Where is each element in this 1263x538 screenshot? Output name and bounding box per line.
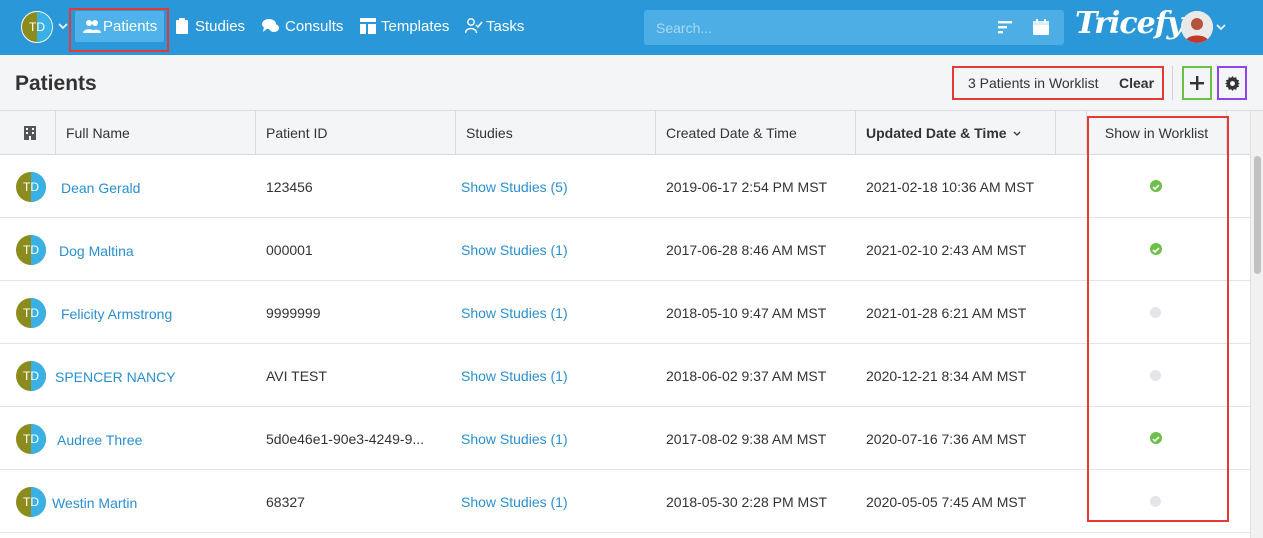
created-datetime: 2018-06-02 9:37 AM MST <box>666 368 827 384</box>
table-row[interactable]: TD Audree Three 5d0e46e1-90e3-4249-9... Sho… <box>0 407 1250 470</box>
profile-avatar[interactable] <box>1181 11 1213 43</box>
updated-datetime: 2020-07-16 7:36 AM MST <box>866 431 1027 447</box>
patient-initials: TD <box>23 180 39 194</box>
nav-tasks-label: Tasks <box>486 18 525 35</box>
table-row[interactable]: TD Dog Maltina 000001 Show Studies (1) 2017-… <box>0 218 1250 281</box>
brand-logo: Tricefy <box>1075 6 1184 41</box>
patient-initials: TD <box>23 243 39 257</box>
updated-datetime: 2020-05-05 7:45 AM MST <box>866 494 1027 510</box>
table-header: Full Name Patient ID Studies Created Dat… <box>0 111 1250 155</box>
table-row[interactable]: TD SPENCER NANCY AVI TEST Show Studies (1) 2… <box>0 344 1250 407</box>
patient-avatar[interactable]: TD <box>16 235 46 265</box>
patient-id: 9999999 <box>266 305 321 321</box>
table-row[interactable]: TD Felicity Armstrong 9999999 Show Studies … <box>0 281 1250 344</box>
patient-name-link[interactable]: Felicity Armstrong <box>61 306 172 322</box>
nav-studies-label: Studies <box>195 18 246 35</box>
settings-button[interactable] <box>1217 66 1247 100</box>
updated-datetime: 2021-01-28 6:21 AM MST <box>866 305 1027 321</box>
user-check-icon <box>465 18 483 34</box>
column-updated[interactable]: Updated Date & Time <box>855 111 1055 155</box>
show-studies-link[interactable]: Show Studies (1) <box>461 494 568 510</box>
filter-icon[interactable] <box>998 21 1012 34</box>
chevron-down-icon[interactable] <box>57 20 69 32</box>
created-datetime: 2018-05-10 9:47 AM MST <box>666 305 827 321</box>
show-studies-link[interactable]: Show Studies (5) <box>461 179 568 195</box>
column-spacer <box>1055 111 1086 155</box>
divider <box>1172 66 1173 100</box>
patient-initials: TD <box>23 495 39 509</box>
table-row[interactable]: TD Westin Martin 68327 Show Studies (1) 2018… <box>0 470 1250 533</box>
patient-initials: TD <box>23 306 39 320</box>
page-title: Patients <box>15 72 97 95</box>
patient-name-link[interactable]: Audree Three <box>57 432 142 448</box>
nav-tasks[interactable]: Tasks <box>465 11 527 42</box>
patient-name-link[interactable]: Westin Martin <box>52 495 137 511</box>
created-datetime: 2018-05-30 2:28 PM MST <box>666 494 828 510</box>
chevron-down-icon[interactable] <box>1215 21 1227 33</box>
patient-avatar[interactable]: TD <box>16 361 46 391</box>
worklist-highlight-box <box>952 66 1164 100</box>
patient-avatar[interactable]: TD <box>16 424 46 454</box>
patient-id: 5d0e46e1-90e3-4249-9... <box>266 431 425 447</box>
user-initials: TD <box>29 20 45 34</box>
nav-studies[interactable]: Studies <box>175 11 245 42</box>
templates-icon <box>360 18 376 34</box>
created-datetime: 2017-08-02 9:38 AM MST <box>666 431 827 447</box>
column-studies[interactable]: Studies <box>455 111 655 155</box>
column-spacer <box>1226 111 1250 155</box>
page-header: Patients 3 Patients in Worklist Clear <box>0 55 1263 111</box>
column-full-name[interactable]: Full Name <box>55 111 255 155</box>
sort-desc-icon <box>1013 131 1021 137</box>
column-patient-id[interactable]: Patient ID <box>255 111 455 155</box>
chat-icon <box>262 19 279 32</box>
patient-id: 68327 <box>266 494 305 510</box>
search-box <box>644 10 1064 45</box>
nav-consults-label: Consults <box>285 18 344 35</box>
column-select[interactable] <box>0 111 55 155</box>
building-icon <box>24 126 36 140</box>
patient-initials: TD <box>23 432 39 446</box>
patient-name-link[interactable]: SPENCER NANCY <box>55 369 176 385</box>
clipboard-icon <box>176 18 188 34</box>
search-input[interactable] <box>656 10 986 45</box>
patient-name-link[interactable]: Dean Gerald <box>61 180 140 196</box>
top-nav-bar: TD Patients Studies Consults Templates T… <box>0 0 1263 55</box>
add-patient-button[interactable] <box>1182 66 1212 100</box>
patient-avatar[interactable]: TD <box>16 172 46 202</box>
show-studies-link[interactable]: Show Studies (1) <box>461 242 568 258</box>
patient-id: 000001 <box>266 242 313 258</box>
gear-icon <box>1225 76 1240 91</box>
created-datetime: 2019-06-17 2:54 PM MST <box>666 179 828 195</box>
patients-highlight-box <box>69 8 169 52</box>
nav-templates[interactable]: Templates <box>360 11 450 42</box>
column-updated-label: Updated Date & Time <box>866 125 1007 141</box>
vertical-scrollbar[interactable] <box>1250 111 1263 538</box>
updated-datetime: 2021-02-10 2:43 AM MST <box>866 242 1027 258</box>
worklist-column-highlight-box <box>1087 116 1229 522</box>
patient-id: 123456 <box>266 179 313 195</box>
patient-initials: TD <box>23 369 39 383</box>
show-studies-link[interactable]: Show Studies (1) <box>461 305 568 321</box>
plus-icon <box>1190 76 1204 90</box>
table-row[interactable]: TD Dean Gerald 123456 Show Studies (5) 2019-… <box>0 155 1250 218</box>
patient-avatar[interactable]: TD <box>16 487 46 517</box>
nav-templates-label: Templates <box>381 18 450 35</box>
scrollbar-thumb[interactable] <box>1254 156 1261 274</box>
profile-photo-icon <box>1181 11 1213 43</box>
patient-avatar[interactable]: TD <box>16 298 46 328</box>
show-studies-link[interactable]: Show Studies (1) <box>461 368 568 384</box>
patient-name-link[interactable]: Dog Maltina <box>59 243 134 259</box>
nav-consults[interactable]: Consults <box>262 11 344 42</box>
updated-datetime: 2020-12-21 8:34 AM MST <box>866 368 1027 384</box>
created-datetime: 2017-06-28 8:46 AM MST <box>666 242 827 258</box>
calendar-icon[interactable] <box>1033 19 1049 35</box>
show-studies-link[interactable]: Show Studies (1) <box>461 431 568 447</box>
user-avatar[interactable]: TD <box>21 11 53 43</box>
column-created[interactable]: Created Date & Time <box>655 111 855 155</box>
updated-datetime: 2021-02-18 10:36 AM MST <box>866 179 1035 195</box>
patient-id: AVI TEST <box>266 368 327 384</box>
